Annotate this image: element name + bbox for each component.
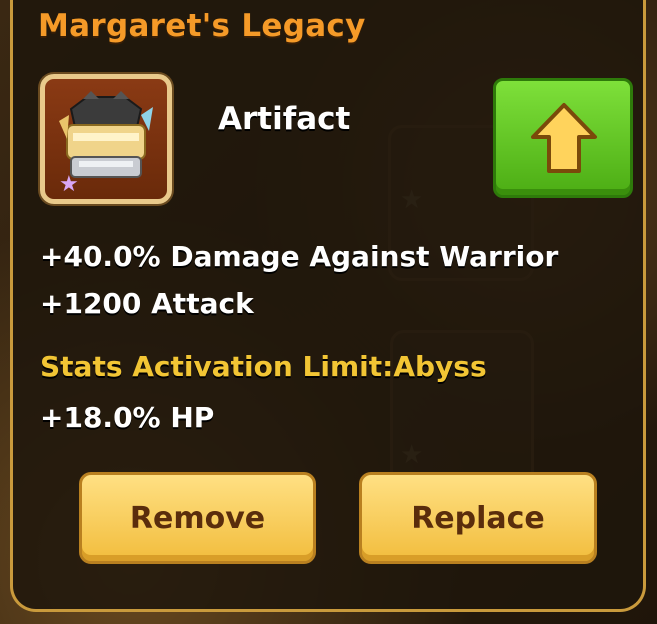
item-type: Artifact <box>218 101 351 137</box>
stat-damage-vs-warrior: +40.0% Damage Against Warrior <box>40 240 559 273</box>
star-icon: ★ <box>59 172 79 193</box>
stat-attack: +1200 Attack <box>40 287 254 320</box>
artifact-icon-frame[interactable]: ★ <box>40 74 172 204</box>
replace-button[interactable]: Replace <box>359 472 597 564</box>
armor-icon: ★ <box>59 91 153 193</box>
remove-button[interactable]: Remove <box>79 472 316 564</box>
arrow-up-icon <box>531 103 597 173</box>
stat-hp: +18.0% HP <box>40 401 215 434</box>
stats-activation-limit: Stats Activation Limit:Abyss <box>40 350 487 383</box>
upgrade-button[interactable] <box>493 78 633 198</box>
item-name: Margaret's Legacy <box>38 8 366 44</box>
